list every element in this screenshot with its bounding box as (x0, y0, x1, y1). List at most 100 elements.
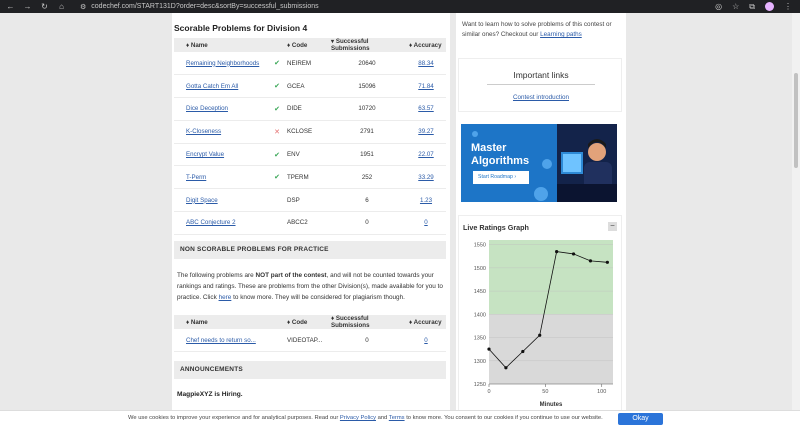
problem-link[interactable]: Dice Deception (186, 105, 228, 112)
problem-link[interactable]: Chef needs to return so... (186, 337, 256, 344)
live-ratings-card: Live Ratings Graph − 1250 1300 1350 1400 145… (458, 215, 622, 426)
contest-introduction-link[interactable]: Contest introduction (513, 94, 569, 101)
learning-paths-note: Want to learn how to solve problems of t… (462, 20, 622, 40)
cookie-post: to know more. You consent to our cookies… (404, 415, 603, 421)
submission-count: 20640 (328, 52, 406, 76)
collapse-button[interactable]: − (608, 222, 617, 231)
scorable-title: Scorable Problems for Division 4 (174, 23, 308, 33)
col-subs[interactable]: ▾ Successful Submissions (328, 38, 406, 52)
submission-count: 1951 (328, 143, 406, 167)
rating-point (521, 349, 525, 354)
problem-code: ENV (284, 143, 328, 167)
problem-code: VIDEOTAP... (284, 329, 328, 353)
extensions-icon[interactable]: ⧉ (749, 2, 755, 12)
menu-icon[interactable]: ⋮ (784, 2, 792, 11)
problem-code: DSP (284, 188, 328, 213)
site-info-icon[interactable]: ⚙ (80, 3, 86, 11)
para-post: to know more. They will be considered fo… (231, 294, 405, 301)
accuracy-link[interactable]: 22.07 (418, 151, 433, 158)
submission-count: 0 (328, 211, 406, 235)
check-icon: ✔ (274, 60, 280, 68)
problem-code: NEIREM (284, 52, 328, 76)
problem-link[interactable]: Encrypt Value (186, 151, 224, 158)
master-algorithms-banner[interactable]: Master Algorithms Start Roadmap › (461, 124, 617, 202)
important-links-card: Important links Contest introduction (458, 58, 622, 112)
col-subs-label: Successful Submissions (331, 38, 370, 52)
table-row: Remaining Neighborhoods ✔ NEIREM 20640 88.34 (174, 52, 446, 76)
privacy-policy-link[interactable]: Privacy Policy (340, 415, 376, 421)
check-icon: ✔ (274, 105, 280, 113)
accuracy-link[interactable]: 1.23 (420, 197, 432, 204)
banner-heading: Master Algorithms (471, 142, 529, 168)
ns-col-acc[interactable]: ♦ Accuracy (406, 315, 446, 329)
announcement-item: MagpieXYZ is Hiring. (177, 391, 243, 398)
problem-link[interactable]: Digit Space (186, 197, 218, 204)
problem-link[interactable]: T-Perm (186, 174, 206, 181)
y-tick-label: 1400 (474, 312, 486, 318)
cookie-banner: We use cookies to improve your experienc… (0, 410, 800, 426)
problem-code: ABCC2 (284, 211, 328, 235)
table-row: Gotta Catch Em All ✔ GCEA 15096 71.84 (174, 74, 446, 99)
status-cell: ✕ (270, 120, 284, 144)
address-bar[interactable]: ⚙ codechef.com/START131D?order=desc&sort… (80, 3, 715, 11)
learning-paths-link[interactable]: Learning paths (540, 31, 582, 38)
accuracy-link[interactable]: 0 (424, 337, 427, 344)
status-cell: ✔ (270, 165, 284, 190)
terms-link[interactable]: Terms (389, 415, 405, 421)
rating-point (555, 250, 559, 254)
problem-link[interactable]: Remaining Neighborhoods (186, 60, 259, 67)
reload-icon[interactable]: ↻ (40, 0, 49, 13)
col-code[interactable]: ♦ Code (284, 38, 328, 52)
table-row: Chef needs to return so... VIDEOTAP... 0 0 (174, 329, 446, 353)
status-cell: ✔ (270, 143, 284, 167)
accuracy-link[interactable]: 71.84 (418, 83, 433, 90)
problem-link[interactable]: ABC Conjecture 2 (186, 219, 236, 226)
page-scrollbar[interactable] (792, 13, 800, 426)
status-cell (270, 188, 284, 213)
problem-link[interactable]: Gotta Catch Em All (186, 83, 238, 90)
submission-count: 10720 (328, 97, 406, 121)
learn-text: Want to learn how to solve problems of t… (462, 21, 612, 38)
forward-icon[interactable]: → (23, 0, 32, 13)
ns-col-name[interactable]: ♦ Name (174, 315, 284, 329)
rating-point (504, 366, 508, 370)
accuracy-link[interactable]: 39.27 (418, 128, 433, 135)
problem-link[interactable]: K-Closeness (186, 128, 221, 135)
rating-point (487, 347, 491, 351)
accuracy-link[interactable]: 88.34 (418, 60, 433, 67)
y-tick-label: 1300 (474, 359, 486, 365)
para-bold: NOT part of the contest (255, 272, 327, 279)
sidebar: Want to learn how to solve problems of t… (456, 13, 626, 426)
programmer-illustration (557, 124, 617, 202)
eye-off-icon[interactable]: ◎ (715, 2, 722, 11)
ns-col-acc-label: Accuracy (413, 318, 442, 326)
col-acc[interactable]: ♦ Accuracy (406, 38, 446, 52)
home-icon[interactable]: ⌂ (57, 0, 66, 13)
back-icon[interactable]: ← (6, 0, 15, 13)
ns-col-subs[interactable]: ♦ Successful Submissions (328, 315, 406, 329)
table-row: Digit Space DSP 6 1.23 (174, 188, 446, 213)
y-tick-label: 1250 (474, 382, 486, 388)
x-tick-label: 0 (487, 389, 490, 395)
here-link[interactable]: here (219, 294, 232, 301)
ns-col-subs-label: Successful Submissions (331, 315, 370, 329)
y-tick-label: 1500 (474, 266, 486, 272)
okay-button[interactable]: Okay (618, 413, 663, 425)
y-tick-label: 1550 (474, 243, 486, 249)
rating-band-0 (489, 314, 613, 384)
banner-illustration (557, 124, 617, 202)
accuracy-link[interactable]: 0 (424, 219, 427, 226)
profile-avatar[interactable] (765, 2, 774, 11)
status-cell: ✔ (270, 97, 284, 121)
accuracy-link[interactable]: 63.57 (418, 105, 433, 112)
check-icon: ✔ (274, 174, 280, 182)
col-name[interactable]: ♦ Name (174, 38, 270, 52)
cookie-and: and (376, 415, 389, 421)
start-roadmap-button[interactable]: Start Roadmap › (473, 171, 529, 184)
ratings-chart: 1250 1300 1350 1400 1450 1500 1550 0 50 100 Minute… (474, 240, 613, 408)
scorable-problems-table: ♦ Name ♦ Code ▾ Successful Submissions ♦… (174, 38, 446, 235)
bookmark-star-icon[interactable]: ☆ (732, 2, 739, 11)
scrollbar-thumb[interactable] (794, 73, 798, 168)
accuracy-link[interactable]: 33.29 (418, 174, 433, 181)
ns-col-code[interactable]: ♦ Code (284, 315, 328, 329)
